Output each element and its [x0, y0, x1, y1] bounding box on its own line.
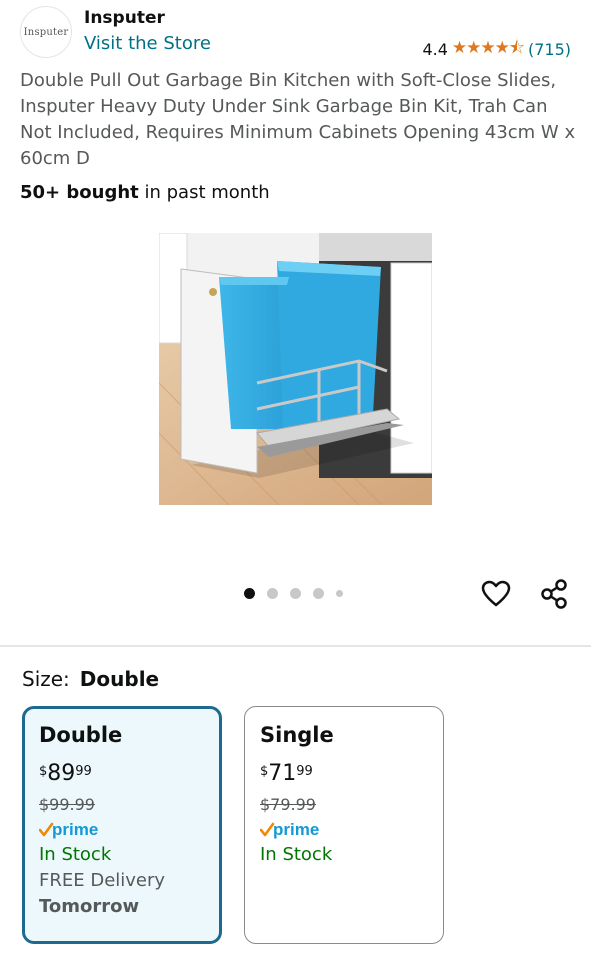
- delivery-text: FREE Delivery: [39, 870, 166, 891]
- list-price: $79.99: [260, 795, 316, 814]
- carousel-dot[interactable]: [267, 588, 278, 599]
- prime-icon: prime: [260, 820, 319, 839]
- carousel-dot[interactable]: [313, 588, 324, 599]
- visit-store-link[interactable]: Visit the Store: [84, 33, 211, 54]
- share-button[interactable]: [537, 577, 571, 611]
- brand-name[interactable]: Insputer: [84, 8, 165, 28]
- price-currency: $: [39, 764, 48, 779]
- stock-status: In Stock: [39, 844, 112, 865]
- size-option-double[interactable]: Double $ 89 99 $99.99 prime In Stock FRE…: [22, 706, 222, 944]
- share-icon: [541, 579, 567, 609]
- carousel-dot[interactable]: [290, 588, 301, 599]
- size-option-single[interactable]: Single $ 71 99 $79.99 prime In Stock: [244, 706, 444, 944]
- price-whole: 89: [47, 761, 76, 786]
- stock-status: In Stock: [260, 844, 333, 865]
- prime-text: prime: [273, 820, 319, 839]
- delivery-day: Tomorrow: [39, 896, 140, 917]
- brand-logo[interactable]: Insputer: [20, 6, 72, 58]
- prime-icon: prime: [39, 820, 98, 839]
- price-currency: $: [260, 764, 269, 779]
- price-fraction: 99: [75, 764, 92, 779]
- size-label: Size:: [22, 667, 70, 691]
- price-fraction: 99: [296, 764, 313, 779]
- size-selected-value: Double: [79, 667, 160, 691]
- star-rating-icon: ★★★★⯪: [451, 38, 525, 58]
- prime-badge: prime: [260, 819, 428, 841]
- heart-outline-icon: [481, 580, 511, 607]
- wishlist-button[interactable]: [479, 577, 513, 611]
- list-price: $99.99: [39, 795, 95, 814]
- rating-count[interactable]: (715): [528, 40, 571, 59]
- bought-in-past-month: 50+ bought in past month: [20, 182, 270, 203]
- product-title: Double Pull Out Garbage Bin Kitchen with…: [20, 70, 576, 169]
- carousel-dot[interactable]: [244, 588, 255, 599]
- bought-suffix: in past month: [138, 182, 270, 203]
- option-price: $ 71 99: [260, 761, 428, 789]
- bought-count: 50+ bought: [20, 182, 139, 203]
- brand-logo-text: Insputer: [23, 26, 69, 38]
- product-page: Insputer Insputer Visit the Store 4.4 ★★…: [0, 0, 591, 960]
- prime-text: prime: [52, 820, 98, 839]
- carousel-dot[interactable]: [336, 590, 343, 597]
- rating-summary[interactable]: 4.4 ★★★★⯪ (715): [422, 35, 571, 64]
- section-divider: [0, 645, 591, 647]
- product-image[interactable]: [159, 233, 432, 505]
- image-carousel-dots[interactable]: [244, 588, 343, 599]
- product-photo: [159, 233, 432, 505]
- option-name: Double: [39, 723, 123, 747]
- option-price: $ 89 99: [39, 761, 205, 789]
- size-selector-label: Size: Double: [22, 667, 159, 691]
- price-whole: 71: [268, 761, 297, 786]
- option-name: Single: [260, 723, 334, 747]
- rating-value: 4.4: [422, 40, 448, 59]
- prime-badge: prime: [39, 819, 205, 841]
